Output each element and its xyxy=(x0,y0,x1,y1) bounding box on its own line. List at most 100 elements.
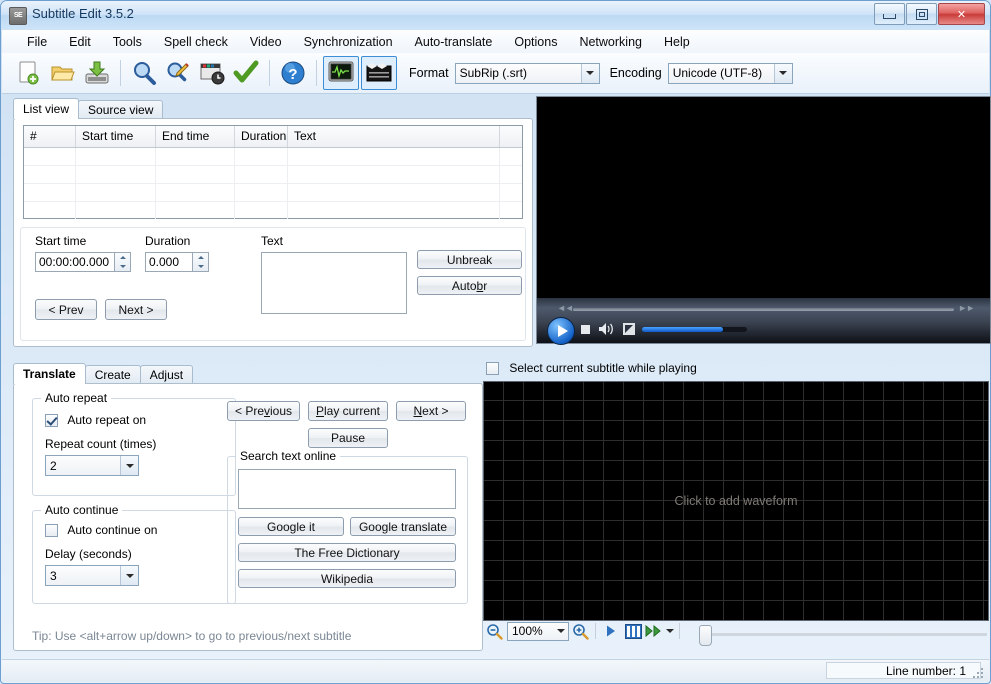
wikipedia-button[interactable]: Wikipedia xyxy=(238,569,456,588)
menu-item-options[interactable]: Options xyxy=(503,32,568,52)
menu-item-tools[interactable]: Tools xyxy=(102,32,153,52)
duration-input[interactable]: 0.000 xyxy=(145,252,193,272)
video-screen[interactable] xyxy=(537,97,990,300)
fast-forward-button[interactable] xyxy=(644,620,664,642)
column-header-start-time[interactable]: Start time xyxy=(76,126,156,147)
fullscreen-button[interactable] xyxy=(623,323,635,335)
subtitle-table[interactable]: # Start time End time Duration Text xyxy=(23,125,523,219)
column-header-index[interactable]: # xyxy=(24,126,76,147)
fast-forward-icon[interactable]: ►► xyxy=(958,303,975,313)
waveform-canvas[interactable]: Click to add waveform xyxy=(483,381,989,621)
find-button[interactable] xyxy=(127,56,161,90)
tab-create[interactable]: Create xyxy=(84,365,141,384)
waveform-zoom-select[interactable]: 100% xyxy=(507,621,569,641)
auto-continue-checkbox-row[interactable]: Auto continue on xyxy=(45,523,157,538)
open-file-button[interactable] xyxy=(46,56,80,90)
restore-button[interactable] xyxy=(906,3,937,25)
table-row[interactable] xyxy=(24,184,522,202)
auto-continue-checkbox[interactable] xyxy=(45,524,58,538)
previous-button[interactable]: < Pre v ious xyxy=(227,401,300,421)
video-frames-button[interactable] xyxy=(622,620,644,642)
select-subtitle-checkbox[interactable] xyxy=(486,362,499,376)
waveform-toggle-button[interactable] xyxy=(323,56,359,90)
menu-item-video[interactable]: Video xyxy=(239,32,293,52)
video-toggle-button[interactable] xyxy=(361,56,397,90)
table-row[interactable] xyxy=(24,202,522,219)
rewind-icon[interactable]: ◄◄ xyxy=(557,303,574,313)
column-header-end-time[interactable]: End time xyxy=(156,126,235,147)
resize-grip[interactable] xyxy=(973,668,985,680)
repeat-count-select[interactable]: 2 xyxy=(45,455,139,476)
waveform-slider-thumb[interactable] xyxy=(699,625,712,646)
close-button[interactable]: ✕ xyxy=(938,3,985,25)
next-button[interactable]: Next > xyxy=(396,401,466,421)
replace-button[interactable] xyxy=(161,56,195,90)
next-subtitle-button[interactable]: Next > xyxy=(105,299,167,320)
tab-source-view[interactable]: Source view xyxy=(78,100,164,119)
volume-slider[interactable] xyxy=(642,327,747,332)
select-subtitle-checkbox-row[interactable]: Select current subtitle while playing xyxy=(486,361,697,376)
start-time-input[interactable]: 00:00:00.000 xyxy=(35,252,115,272)
table-row[interactable] xyxy=(24,166,522,184)
waveform-position-slider[interactable] xyxy=(699,625,987,646)
zoom-in-button[interactable] xyxy=(569,620,591,642)
help-button[interactable]: ? xyxy=(276,56,310,90)
video-seek-slider[interactable] xyxy=(573,308,954,311)
search-input[interactable] xyxy=(238,469,456,509)
tab-adjust[interactable]: Adjust xyxy=(139,365,194,384)
duration-stepper-up[interactable] xyxy=(193,253,208,262)
menu-item-auto-translate[interactable]: Auto-translate xyxy=(404,32,504,52)
delay-select[interactable]: 3 xyxy=(45,565,139,586)
play-current-button[interactable]: Play current xyxy=(308,401,388,421)
save-file-button[interactable] xyxy=(80,56,114,90)
column-header-text[interactable]: Text xyxy=(288,126,500,147)
auto-br-button[interactable]: Auto br xyxy=(417,276,522,295)
volume-icon[interactable] xyxy=(598,322,616,336)
minimize-button[interactable] xyxy=(874,3,905,25)
auto-repeat-checkbox[interactable] xyxy=(45,414,58,428)
start-time-stepper-down[interactable] xyxy=(115,262,130,271)
spell-check-button[interactable] xyxy=(229,56,263,90)
subtitle-text-input[interactable] xyxy=(261,252,407,314)
menu-item-file[interactable]: File xyxy=(16,32,58,52)
table-row[interactable] xyxy=(24,148,522,166)
video-player[interactable]: ◄◄ ►► xyxy=(536,96,991,345)
menu-item-synchronization[interactable]: Synchronization xyxy=(293,32,404,52)
menu-item-help[interactable]: Help xyxy=(653,32,701,52)
start-time-stepper[interactable] xyxy=(115,252,131,272)
encoding-select[interactable]: Unicode (UTF-8) xyxy=(667,62,793,84)
pause-button[interactable]: Pause xyxy=(308,428,388,448)
column-header-duration[interactable]: Duration xyxy=(235,126,288,147)
search-text-online-group: Search text online Google it Google tran… xyxy=(227,449,468,604)
waveform-zoom-chevron-down-icon xyxy=(554,622,568,641)
auto-repeat-checkbox-row[interactable]: Auto repeat on xyxy=(45,413,146,428)
auto-continue-group: Auto continue Auto continue on Delay (se… xyxy=(32,503,236,604)
svg-text:?: ? xyxy=(288,66,297,83)
menu-item-edit[interactable]: Edit xyxy=(58,32,102,52)
waveform-play-button[interactable] xyxy=(600,620,622,642)
tab-translate[interactable]: Translate xyxy=(13,363,86,384)
duration-stepper-down[interactable] xyxy=(193,262,208,271)
column-header-extra[interactable] xyxy=(500,126,520,147)
google-translate-button[interactable]: Google translate xyxy=(350,517,456,536)
spell-check-icon xyxy=(233,60,259,83)
new-file-button[interactable] xyxy=(12,56,46,90)
sync-button[interactable] xyxy=(195,56,229,90)
free-dictionary-button[interactable]: The Free Dictionary xyxy=(238,543,456,562)
unbreak-button[interactable]: Unbreak xyxy=(417,250,522,269)
toolbar: ? Format SubRip (.srt) Encoding Unicode … xyxy=(2,53,989,94)
video-stop-button[interactable] xyxy=(581,325,590,334)
duration-stepper[interactable] xyxy=(193,252,209,272)
prev-subtitle-button[interactable]: < Prev xyxy=(35,299,97,320)
video-play-button[interactable] xyxy=(547,317,575,345)
tab-list-view[interactable]: List view xyxy=(13,98,80,119)
format-select[interactable]: SubRip (.srt) xyxy=(454,62,600,84)
menu-item-spell-check[interactable]: Spell check xyxy=(153,32,239,52)
play-current-accelerator: P xyxy=(315,404,324,418)
menu-item-networking[interactable]: Networking xyxy=(568,32,653,52)
listview-panel: # Start time End time Duration Text Star… xyxy=(13,118,533,347)
google-it-button[interactable]: Google it xyxy=(238,517,344,536)
zoom-out-button[interactable] xyxy=(483,620,505,642)
fast-forward-dropdown-button[interactable] xyxy=(664,620,676,642)
start-time-stepper-up[interactable] xyxy=(115,253,130,262)
